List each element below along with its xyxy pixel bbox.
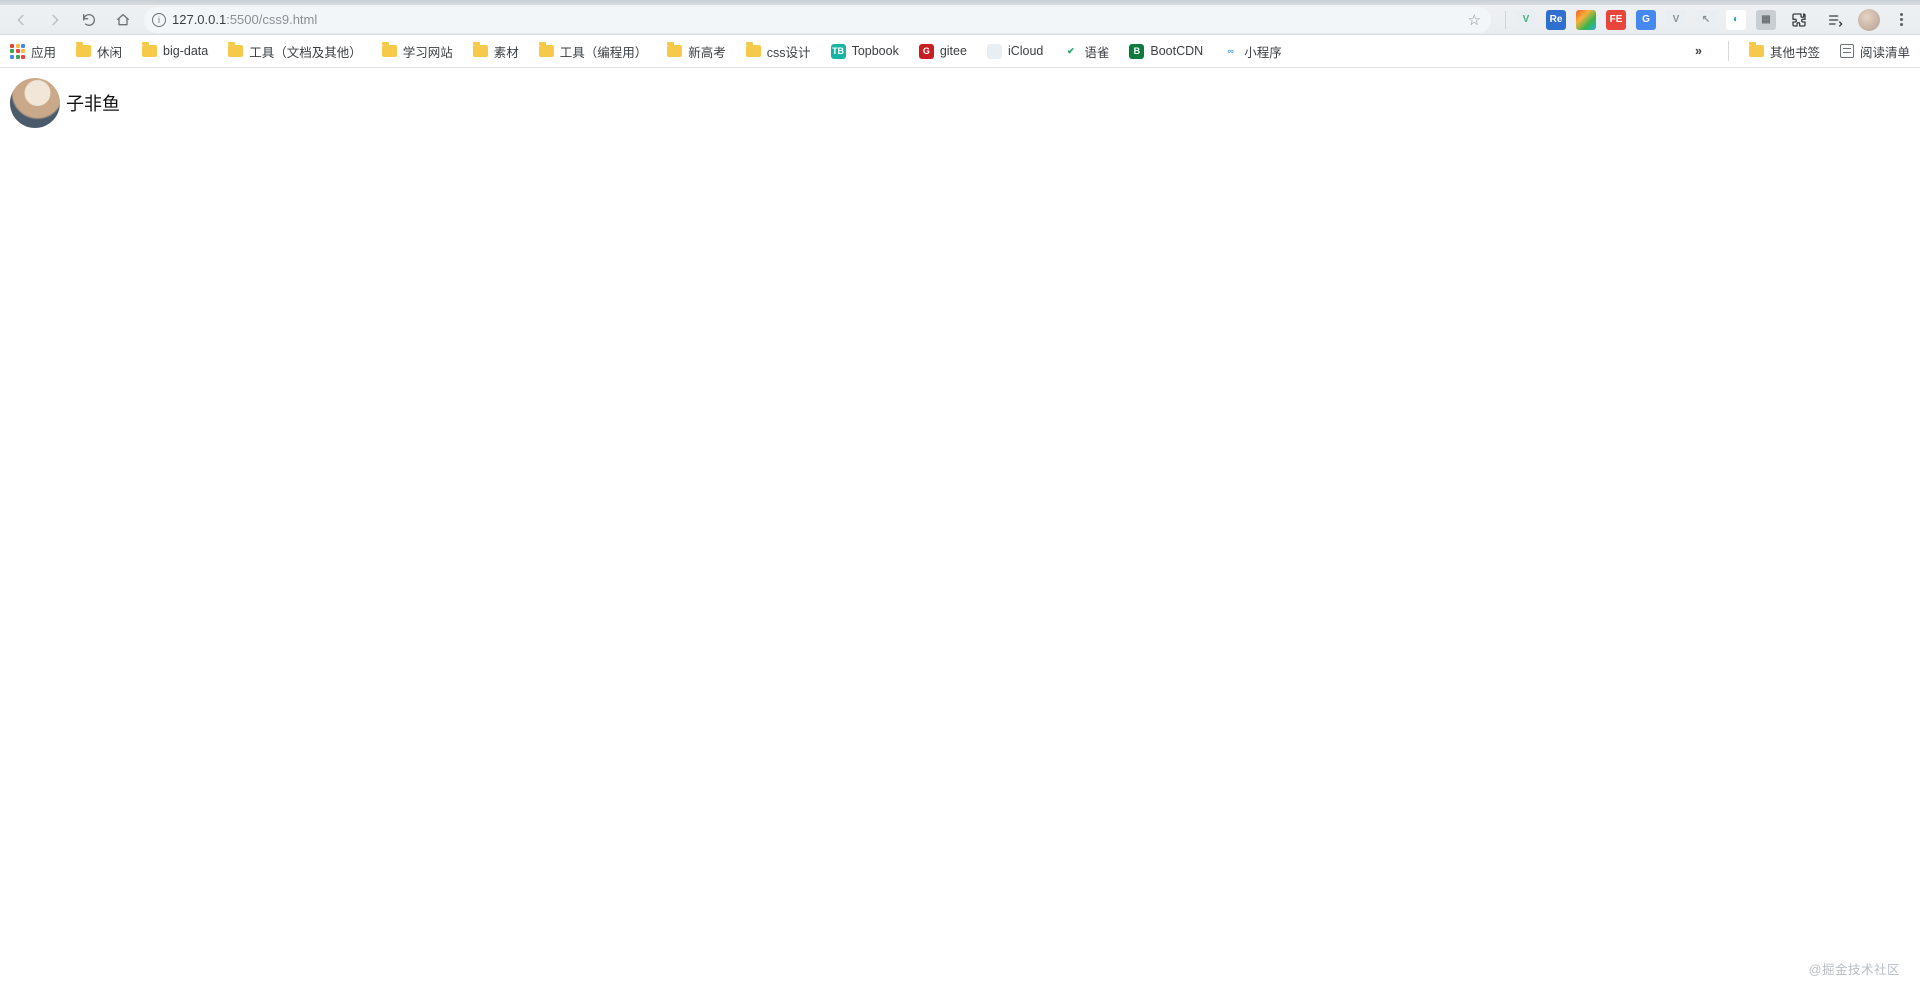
url-host: 127.0.0.1	[172, 12, 226, 27]
other-bookmarks-label: 其他书签	[1770, 42, 1820, 61]
bookmark-Topbook[interactable]: TB Topbook	[831, 44, 899, 59]
bookmark-label: css设计	[767, 42, 811, 61]
bookmark-label: BootCDN	[1150, 44, 1203, 58]
tray-separator	[1505, 11, 1506, 29]
favicon-icon: ∞	[1223, 44, 1238, 59]
browser-toolbar: i 127.0.0.1:5500/css9.html ☆ VReFEGV↖◐▦	[0, 5, 1920, 35]
extension-unknown-gray[interactable]: ▦	[1756, 10, 1776, 30]
bookmark-工具（编程用）[interactable]: 工具（编程用）	[539, 42, 648, 61]
media-control-button[interactable]	[1822, 7, 1848, 33]
bookmarks-overflow-button[interactable]: »	[1689, 44, 1708, 58]
apps-shortcut[interactable]: 应用	[10, 42, 56, 61]
favicon-icon	[987, 44, 1002, 59]
home-button[interactable]	[110, 7, 136, 33]
extension-tampermonkey[interactable]: ◐	[1726, 10, 1746, 30]
watermark-text: @掘金技术社区	[1809, 959, 1900, 978]
bookmark-big-data[interactable]: big-data	[142, 44, 208, 58]
reading-list-button[interactable]: 阅读清单	[1840, 42, 1910, 61]
apps-label: 应用	[31, 42, 56, 61]
reading-list-label: 阅读清单	[1860, 42, 1910, 61]
back-button[interactable]	[8, 7, 34, 33]
extension-vimium[interactable]: V	[1666, 10, 1686, 30]
folder-icon	[539, 45, 554, 57]
forward-button[interactable]	[42, 7, 68, 33]
bookmark-label: 素材	[494, 42, 519, 61]
bookmark-star-icon[interactable]: ☆	[1468, 11, 1481, 29]
profile-name: 子非鱼	[66, 90, 120, 116]
profile-block: 子非鱼	[10, 78, 1910, 128]
bookmark-label: 新高考	[688, 42, 726, 61]
extension-vue-devtools[interactable]: V	[1516, 10, 1536, 30]
extensions-button[interactable]	[1786, 7, 1812, 33]
bookmark-iCloud[interactable]: iCloud	[987, 44, 1043, 59]
bookmark-BootCDN[interactable]: B BootCDN	[1129, 44, 1203, 59]
folder-icon	[76, 45, 91, 57]
folder-icon	[746, 45, 761, 57]
extension-google-translate[interactable]: G	[1636, 10, 1656, 30]
extension-tray: VReFEGV↖◐▦	[1499, 7, 1912, 33]
reload-button[interactable]	[76, 7, 102, 33]
bookmark-gitee[interactable]: Ggitee	[919, 44, 967, 59]
url-text: 127.0.0.1:5500/css9.html	[172, 12, 317, 27]
bookmark-素材[interactable]: 素材	[473, 42, 519, 61]
bookmarks-separator	[1728, 41, 1729, 61]
bookmark-休闲[interactable]: 休闲	[76, 42, 122, 61]
puzzle-icon	[1791, 12, 1807, 28]
extension-cursor-tool[interactable]: ↖	[1696, 10, 1716, 30]
home-icon	[115, 12, 131, 28]
bookmark-新高考[interactable]: 新高考	[667, 42, 726, 61]
bookmarks-bar: 应用 休闲 big-data 工具（文档及其他） 学习网站 素材 工具（编程用） 新高考 cs…	[0, 35, 1920, 68]
chrome-menu-button[interactable]	[1890, 9, 1912, 31]
folder-icon	[1749, 45, 1764, 57]
extension-color-picker[interactable]	[1576, 10, 1596, 30]
profile-avatar	[10, 78, 60, 128]
bookmark-label: big-data	[163, 44, 208, 58]
folder-icon	[473, 45, 488, 57]
reload-icon	[81, 12, 97, 28]
extension-react-devtools[interactable]: Re	[1546, 10, 1566, 30]
favicon-icon: G	[919, 44, 934, 59]
bookmark-语雀[interactable]: ✔ 语雀	[1063, 42, 1109, 61]
arrow-right-icon	[47, 12, 63, 28]
page-content: 子非鱼	[0, 68, 1920, 138]
bookmark-label: 休闲	[97, 42, 122, 61]
apps-grid-icon	[10, 44, 25, 59]
extension-fe-helper[interactable]: FE	[1606, 10, 1626, 30]
arrow-left-icon	[13, 12, 29, 28]
folder-icon	[142, 45, 157, 57]
profile-avatar-button[interactable]	[1858, 9, 1880, 31]
bookmark-label: gitee	[940, 44, 967, 58]
bookmark-label: iCloud	[1008, 44, 1043, 58]
favicon-icon: TB	[831, 44, 846, 59]
site-info-icon[interactable]: i	[152, 13, 166, 27]
bookmark-label: 小程序	[1244, 42, 1282, 61]
bookmark-label: 语雀	[1084, 42, 1109, 61]
favicon-icon: ✔	[1063, 44, 1078, 59]
reading-list-icon	[1840, 44, 1854, 58]
bookmark-label: 学习网站	[403, 42, 453, 61]
folder-icon	[382, 45, 397, 57]
favicon-icon: B	[1129, 44, 1144, 59]
address-bar[interactable]: i 127.0.0.1:5500/css9.html ☆	[144, 7, 1491, 33]
bookmark-工具（文档及其他）[interactable]: 工具（文档及其他）	[228, 42, 362, 61]
bookmark-学习网站[interactable]: 学习网站	[382, 42, 453, 61]
other-bookmarks-folder[interactable]: 其他书签	[1749, 42, 1820, 61]
bookmark-css设计[interactable]: css设计	[746, 42, 811, 61]
bookmark-label: 工具（编程用）	[560, 42, 648, 61]
folder-icon	[228, 45, 243, 57]
bookmark-小程序[interactable]: ∞ 小程序	[1223, 42, 1282, 61]
bookmark-label: 工具（文档及其他）	[249, 42, 362, 61]
folder-icon	[667, 45, 682, 57]
bookmark-label: Topbook	[852, 44, 899, 58]
media-icon	[1827, 12, 1843, 28]
url-path: :5500/css9.html	[226, 12, 317, 27]
